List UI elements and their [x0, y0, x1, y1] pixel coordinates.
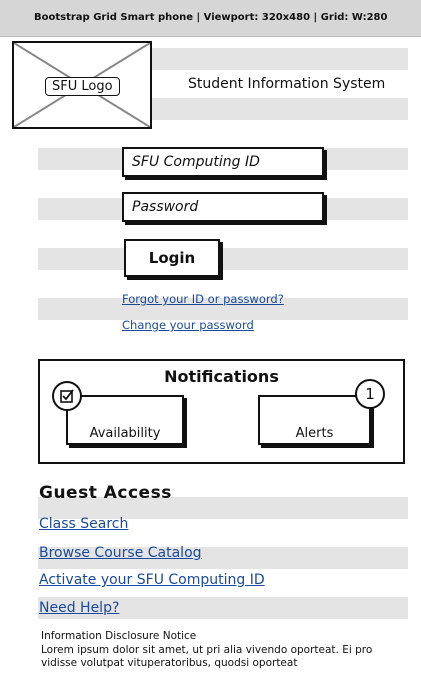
disclosure-title: Information Disclosure Notice — [41, 630, 197, 642]
viewport-info-text: Bootstrap Grid Smart phone | Viewport: 3… — [34, 12, 388, 23]
notifications-panel: Notifications Availability Alerts 1 — [38, 359, 405, 464]
page-title: Student Information System — [188, 76, 386, 92]
checkbox-icon — [52, 381, 82, 411]
activate-id-link[interactable]: Activate your SFU Computing ID — [39, 572, 265, 588]
computing-id-input[interactable]: SFU Computing ID — [122, 147, 324, 177]
viewport-info-bar: Bootstrap Grid Smart phone | Viewport: 3… — [0, 0, 421, 37]
login-button[interactable]: Login — [124, 239, 220, 277]
guest-access-title: Guest Access — [39, 483, 172, 503]
logo-label: SFU Logo — [45, 77, 120, 96]
change-password-link[interactable]: Change your password — [122, 318, 254, 332]
disclosure-body: Lorem ipsum dolor sit amet, ut pri alia … — [41, 644, 373, 669]
need-help-link[interactable]: Need Help? — [39, 600, 119, 616]
sfu-logo[interactable]: SFU Logo — [12, 41, 152, 129]
class-search-link[interactable]: Class Search — [39, 516, 128, 532]
browse-catalog-link[interactable]: Browse Course Catalog — [39, 545, 202, 561]
notifications-title: Notifications — [164, 367, 279, 386]
alerts-label: Alerts — [295, 426, 334, 441]
availability-tile[interactable]: Availability — [66, 395, 184, 445]
password-input[interactable]: Password — [122, 192, 324, 222]
alerts-count-badge: 1 — [355, 379, 385, 409]
alerts-tile[interactable]: Alerts — [258, 395, 371, 445]
forgot-password-link[interactable]: Forgot your ID or password? — [122, 292, 284, 306]
availability-label: Availability — [89, 426, 161, 441]
grid-stripe — [38, 248, 408, 270]
password-placeholder: Password — [132, 199, 199, 215]
computing-id-placeholder: SFU Computing ID — [132, 154, 260, 170]
